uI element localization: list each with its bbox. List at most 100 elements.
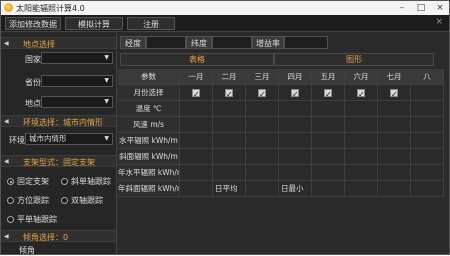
table-cell xyxy=(246,117,279,133)
maximize-button[interactable]: □ xyxy=(413,2,429,14)
month-header: 八 xyxy=(411,69,444,85)
sun-icon xyxy=(4,3,13,12)
table-cell[interactable] xyxy=(378,85,411,101)
province-select[interactable]: ▼ xyxy=(41,75,113,87)
table-cell xyxy=(345,117,378,133)
checkbox-checked-icon[interactable] xyxy=(390,87,398,100)
table-cell xyxy=(180,181,213,197)
table-cell xyxy=(180,101,213,117)
chevron-down-icon: ▼ xyxy=(104,135,109,142)
country-select[interactable]: ▼ xyxy=(41,52,113,64)
latitude-field[interactable] xyxy=(212,36,252,49)
table-cell[interactable] xyxy=(411,85,444,101)
main-panel: 经度 纬度 增益率 表格 图形 参数一月二月三月四月五月六月七月八月份选择温度 … xyxy=(118,33,449,254)
bracket-section-header[interactable]: ◀ 支架型式：固定支架 xyxy=(1,155,116,167)
gain-label: 增益率 xyxy=(252,36,284,49)
environment-section-header[interactable]: ◀ 环境选择：城市内情形 xyxy=(1,115,116,127)
table-cell xyxy=(246,181,279,197)
table-cell xyxy=(411,117,444,133)
checkbox-checked-icon[interactable] xyxy=(291,87,299,100)
radio-tilted-single-axis[interactable] xyxy=(61,178,68,185)
place-label: 地点 xyxy=(25,99,41,108)
chevron-down-icon: ▼ xyxy=(104,77,109,84)
table-cell[interactable] xyxy=(213,85,246,101)
daily-average-label: 日平均 xyxy=(213,181,246,197)
radio-flat-single-axis[interactable] xyxy=(7,216,14,223)
table-cell[interactable] xyxy=(279,85,312,101)
menu-simulate[interactable]: 模拟计算 xyxy=(65,17,123,30)
table-cell xyxy=(411,165,444,181)
checkbox-checked-icon[interactable] xyxy=(258,87,266,100)
table-cell xyxy=(312,165,345,181)
table-cell xyxy=(213,133,246,149)
table-cell xyxy=(246,101,279,117)
longitude-label: 经度 xyxy=(120,36,146,49)
tab-table[interactable]: 表格 xyxy=(120,53,274,66)
dual-axis-label: 双轴跟踪 xyxy=(71,196,103,205)
table-cell xyxy=(411,181,444,197)
table-cell xyxy=(279,101,312,117)
menu-close-icon[interactable]: × xyxy=(435,17,443,27)
table-cell xyxy=(213,117,246,133)
table-cell[interactable] xyxy=(345,85,378,101)
gain-field[interactable] xyxy=(284,36,328,49)
table-cell xyxy=(246,149,279,165)
table-cell[interactable] xyxy=(180,85,213,101)
checkbox-checked-icon[interactable] xyxy=(357,87,365,100)
month-header: 三月 xyxy=(246,69,279,85)
row-label: 年斜面辐照 kWh/m xyxy=(118,181,180,197)
location-section-header[interactable]: ◀ 地点选择 xyxy=(1,37,116,49)
checkbox-checked-icon[interactable] xyxy=(192,87,200,100)
row-label: 月份选择 xyxy=(118,85,180,101)
row-label: 水平辐照 kWh/m xyxy=(118,133,180,149)
close-button[interactable]: × xyxy=(432,2,448,14)
table-cell xyxy=(378,165,411,181)
table-cell xyxy=(411,101,444,117)
table-cell xyxy=(378,101,411,117)
param-header: 参数 xyxy=(118,69,180,85)
table-cell xyxy=(180,149,213,165)
table-cell xyxy=(213,165,246,181)
month-header: 二月 xyxy=(213,69,246,85)
checkbox-checked-icon[interactable] xyxy=(225,87,233,100)
table-cell[interactable] xyxy=(312,85,345,101)
menu-register[interactable]: 注册 xyxy=(127,17,175,30)
table-cell[interactable] xyxy=(246,85,279,101)
sidebar: ◀ 地点选择 国家 ▼ 省份 ▼ 地点 ▼ ◀ 环境选择：城市内情形 环境 城市… xyxy=(1,33,117,255)
daily-minimum-label: 日最小 xyxy=(279,181,312,197)
radio-fixed-bracket[interactable] xyxy=(7,178,14,185)
table-cell xyxy=(345,149,378,165)
collapse-triangle-icon: ◀ xyxy=(4,233,9,240)
table-cell xyxy=(279,133,312,149)
place-select[interactable]: ▼ xyxy=(41,96,113,108)
table-cell xyxy=(312,181,345,197)
tilt-section-title: 倾角选择：0 xyxy=(23,233,69,242)
province-label: 省份 xyxy=(25,78,41,87)
country-label: 国家 xyxy=(25,55,41,64)
radio-dual-axis[interactable] xyxy=(61,197,68,204)
chevron-down-icon: ▼ xyxy=(104,98,109,105)
flat-single-axis-label: 平单轴跟踪 xyxy=(17,215,57,224)
table-cell xyxy=(279,117,312,133)
menu-edit-data[interactable]: 添加修改数据 xyxy=(5,17,61,30)
collapse-triangle-icon: ◀ xyxy=(4,158,9,165)
longitude-field[interactable] xyxy=(146,36,186,49)
table-cell xyxy=(312,117,345,133)
table-cell xyxy=(345,181,378,197)
tilt-section-header[interactable]: ◀ 倾角选择：0 xyxy=(1,230,116,242)
checkbox-checked-icon[interactable] xyxy=(324,87,332,100)
minimize-button[interactable]: – xyxy=(394,2,410,14)
tab-chart[interactable]: 图形 xyxy=(274,53,434,66)
table-cell xyxy=(180,133,213,149)
environment-label: 环境 xyxy=(9,136,25,145)
table-cell xyxy=(345,101,378,117)
month-header: 一月 xyxy=(180,69,213,85)
environment-select-value: 城市内情形 xyxy=(29,134,67,143)
window-title: 太阳能辐照计算4.0 xyxy=(16,4,85,13)
month-header: 六月 xyxy=(345,69,378,85)
radio-azimuth-tracking[interactable] xyxy=(7,197,14,204)
title-bar: 太阳能辐照计算4.0 – □ × xyxy=(1,1,449,15)
table-cell xyxy=(213,101,246,117)
environment-select[interactable]: 城市内情形 ▼ xyxy=(25,133,113,145)
table-cell xyxy=(411,149,444,165)
